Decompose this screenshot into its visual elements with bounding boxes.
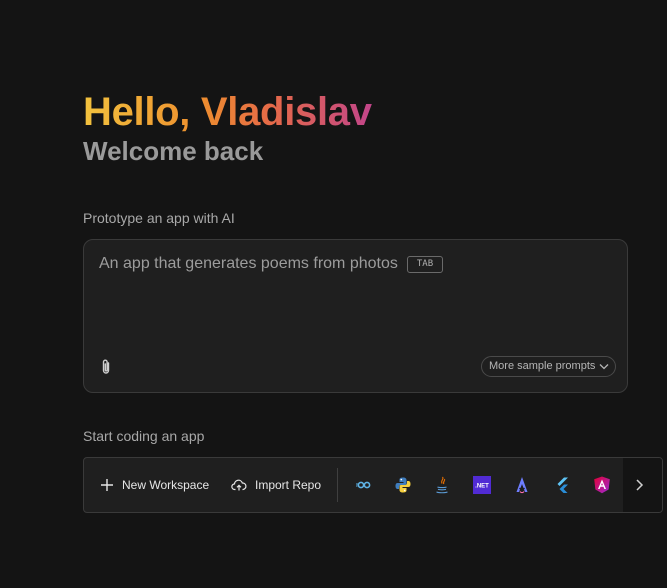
prototype-section-label: Prototype an app with AI [83,210,235,226]
flutter-icon[interactable] [552,475,572,495]
prompt-placeholder: An app that generates poems from photos [99,255,398,272]
tab-hint-badge: TAB [407,256,443,273]
import-repo-button[interactable]: Import Repo [231,458,321,512]
dotnet-icon[interactable]: .NET [472,475,492,495]
dotnet-badge-text: .NET [475,484,489,490]
import-repo-label: Import Repo [255,478,322,492]
more-sample-prompts-label: More sample prompts [489,360,596,372]
welcome-subtitle: Welcome back [83,136,264,166]
cloud-upload-icon [231,479,247,491]
prompt-input[interactable]: An app that generates poems from photos … [83,239,628,393]
new-workspace-button[interactable]: New Workspace [100,458,209,512]
greeting-title: Hello, Vladislav [83,90,372,134]
python-icon[interactable] [393,475,413,495]
more-sample-prompts-button[interactable]: More sample prompts [481,356,616,377]
angular-icon[interactable] [592,475,612,495]
coding-section-label: Start coding an app [83,428,205,444]
astro-icon[interactable] [512,475,532,495]
chevron-right-icon[interactable] [630,476,648,494]
java-icon[interactable] [432,475,452,495]
new-workspace-label: New Workspace [122,478,210,492]
plus-icon [101,479,113,491]
chevron-down-icon [599,364,609,370]
workspace-toolbar: New Workspace Import Repo .NET [83,457,663,513]
paperclip-icon[interactable] [99,358,113,376]
go-icon[interactable] [354,475,374,495]
toolbar-divider [337,468,338,502]
